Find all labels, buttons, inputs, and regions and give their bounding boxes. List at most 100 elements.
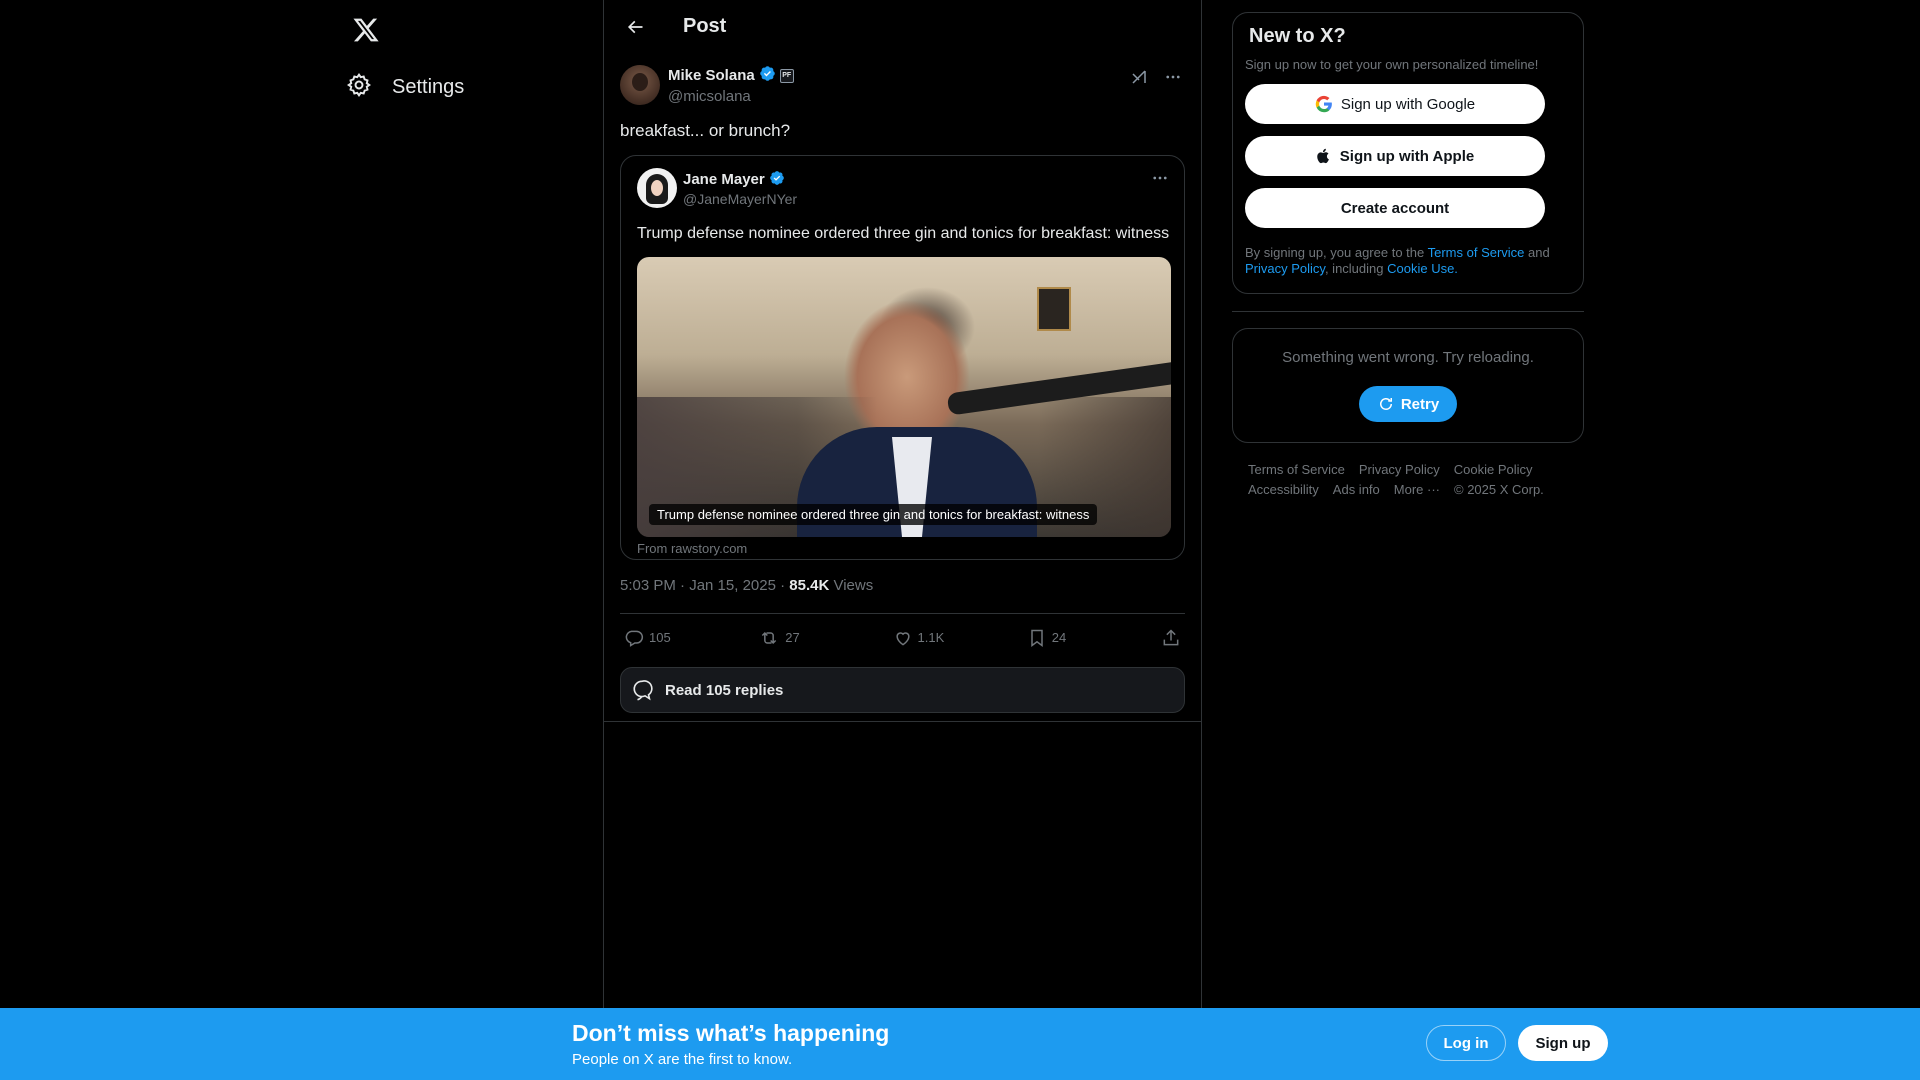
link-card-image[interactable]: Trump defense nominee ordered three gin … bbox=[637, 257, 1171, 537]
create-account-label: Create account bbox=[1340, 199, 1450, 217]
footer-links: Terms of Service Privacy Policy Cookie Pol… bbox=[1232, 460, 1572, 500]
wall-sign bbox=[1037, 287, 1071, 331]
footer-more-link[interactable]: More ··· bbox=[1394, 482, 1440, 497]
banner-subtitle: People on X are the first to know. bbox=[572, 1051, 793, 1068]
app-root: Settings Post Mike Solana PF @micsolana … bbox=[0, 0, 1920, 1080]
arrow-left-icon bbox=[627, 20, 643, 33]
nav-settings[interactable]: Settings bbox=[346, 66, 476, 108]
retry-label: Retry bbox=[1400, 395, 1440, 413]
nav-settings-label: Settings bbox=[392, 75, 465, 98]
post: Mike Solana PF @micsolana breakfast... o… bbox=[604, 65, 1201, 713]
post-header: Post bbox=[604, 0, 1201, 53]
banner-buttons: Log in Sign up bbox=[1426, 1025, 1608, 1061]
post-header-actions bbox=[1127, 65, 1185, 89]
quoted-post-text: Trump defense nominee ordered three gin … bbox=[637, 225, 1170, 242]
author-name-row: Mike Solana PF bbox=[668, 65, 794, 86]
retry-button[interactable]: Retry bbox=[1359, 386, 1457, 422]
reply-count: 105 bbox=[649, 630, 671, 645]
post-text: breakfast... or brunch? bbox=[620, 121, 791, 140]
signup-apple-button[interactable]: Sign up with Apple bbox=[1245, 136, 1545, 176]
main-divider bbox=[604, 721, 1201, 722]
reply-icon bbox=[625, 630, 644, 647]
quoted-author-avatar bbox=[637, 168, 677, 208]
signup-apple-label: Sign up with Apple bbox=[1339, 147, 1475, 165]
quoted-author-info: Jane Mayer @JaneMayerNYer bbox=[683, 170, 797, 207]
legal-text: and bbox=[1524, 245, 1550, 260]
privacy-link[interactable]: Privacy Policy bbox=[1245, 261, 1325, 276]
repost-icon bbox=[762, 631, 777, 644]
quoted-author-name: Jane Mayer bbox=[683, 171, 765, 188]
reply-button[interactable]: 105 bbox=[624, 628, 684, 648]
error-message: Something went wrong. Try reloading. bbox=[1282, 349, 1534, 366]
signup-google-button[interactable]: Sign up with Google bbox=[1245, 84, 1545, 124]
quoted-author: Jane Mayer @JaneMayerNYer bbox=[637, 168, 1168, 208]
link-card-source[interactable]: From rawstory.com bbox=[637, 541, 1168, 556]
signup-card: New to X? Sign up now to get your own pe… bbox=[1232, 12, 1584, 294]
link-card-caption: Trump defense nominee ordered three gin … bbox=[649, 504, 1098, 525]
footer-privacy-link[interactable]: Privacy Policy bbox=[1359, 462, 1440, 477]
author-info: Mike Solana PF @micsolana bbox=[668, 65, 794, 105]
more-options-icon[interactable] bbox=[1148, 166, 1172, 190]
signup-banner: Don’t miss what’s happening People on X … bbox=[0, 1008, 1920, 1080]
bookmark-icon bbox=[1031, 629, 1043, 647]
repost-count: 27 bbox=[785, 630, 800, 645]
verified-badge-icon bbox=[759, 65, 776, 86]
author-name[interactable]: Mike Solana bbox=[668, 67, 755, 84]
share-button[interactable] bbox=[1161, 628, 1181, 648]
read-replies-label: Read 105 replies bbox=[665, 681, 784, 699]
footer-copyright: © 2025 X Corp. bbox=[1454, 482, 1544, 497]
share-icon bbox=[1163, 628, 1179, 645]
post-timestamp[interactable]: 5:03 PM · Jan 15, 2025 · bbox=[620, 577, 789, 594]
quoted-author-handle: @JaneMayerNYer bbox=[683, 190, 798, 207]
read-replies-button[interactable]: Read 105 replies bbox=[620, 667, 1185, 713]
verified-badge-icon bbox=[769, 170, 785, 190]
more-options-icon[interactable] bbox=[1161, 65, 1185, 89]
footer-terms-link[interactable]: Terms of Service bbox=[1248, 462, 1345, 477]
author-avatar[interactable] bbox=[620, 65, 660, 105]
create-account-button[interactable]: Create account bbox=[1245, 188, 1545, 228]
quoted-author-name-row: Jane Mayer bbox=[683, 170, 797, 190]
cookie-use-link[interactable]: Cookie Use. bbox=[1387, 261, 1458, 276]
legal-text: By signing up, you agree to the bbox=[1245, 245, 1428, 260]
error-card: Something went wrong. Try reloading. Ret… bbox=[1232, 328, 1584, 443]
author-handle[interactable]: @micsolana bbox=[668, 88, 794, 105]
right-sidebar: New to X? Sign up now to get your own pe… bbox=[1232, 0, 1584, 500]
x-logo-icon[interactable] bbox=[346, 10, 386, 50]
terms-link[interactable]: Terms of Service bbox=[1428, 245, 1525, 260]
footer-ads-link[interactable]: Ads info bbox=[1333, 482, 1380, 497]
banner-text: Don’t miss what’s happening People on X … bbox=[572, 1020, 889, 1068]
speech-bubbles-icon bbox=[633, 680, 653, 701]
refresh-icon bbox=[1379, 398, 1392, 410]
post-author: Mike Solana PF @micsolana bbox=[620, 65, 1185, 109]
bookmark-count: 24 bbox=[1051, 630, 1067, 645]
main-column: Post Mike Solana PF @micsolana breakfast… bbox=[603, 0, 1202, 1010]
footer-cookie-link[interactable]: Cookie Policy bbox=[1454, 462, 1533, 477]
grok-icon[interactable] bbox=[1127, 65, 1151, 89]
signup-title: New to X? bbox=[1249, 25, 1346, 47]
views-count: 85.4K bbox=[789, 577, 830, 594]
post-actions: 105 27 1.1K 24 bbox=[620, 613, 1185, 661]
heart-icon bbox=[895, 631, 910, 646]
signup-legal: By signing up, you agree to the Terms of… bbox=[1245, 245, 1571, 277]
like-button[interactable]: 1.1K bbox=[893, 628, 953, 648]
banner-title: Don’t miss what’s happening bbox=[572, 1020, 890, 1046]
sidebar-divider bbox=[1232, 311, 1584, 312]
like-count: 1.1K bbox=[917, 630, 945, 645]
repost-button[interactable]: 27 bbox=[758, 628, 818, 648]
apple-icon bbox=[1317, 148, 1329, 164]
signup-subtitle: Sign up now to get your own personalized… bbox=[1245, 57, 1539, 72]
back-button[interactable] bbox=[620, 12, 650, 42]
legal-text: , including bbox=[1324, 261, 1388, 276]
footer-accessibility-link[interactable]: Accessibility bbox=[1248, 482, 1319, 497]
post-meta: 5:03 PM · Jan 15, 2025 · 85.4K Views bbox=[620, 577, 1185, 597]
page-title: Post bbox=[683, 15, 727, 37]
affiliation-badge[interactable]: PF bbox=[779, 68, 794, 83]
gear-icon bbox=[346, 72, 372, 103]
signup-button[interactable]: Sign up bbox=[1518, 1025, 1608, 1061]
signup-google-label: Sign up with Google bbox=[1340, 95, 1476, 113]
bookmark-button[interactable]: 24 bbox=[1027, 628, 1087, 648]
google-icon bbox=[1315, 95, 1332, 113]
views-label: Views bbox=[833, 577, 874, 594]
quoted-post[interactable]: Jane Mayer @JaneMayerNYer Trump defense … bbox=[620, 155, 1185, 560]
login-button[interactable]: Log in bbox=[1426, 1025, 1506, 1061]
